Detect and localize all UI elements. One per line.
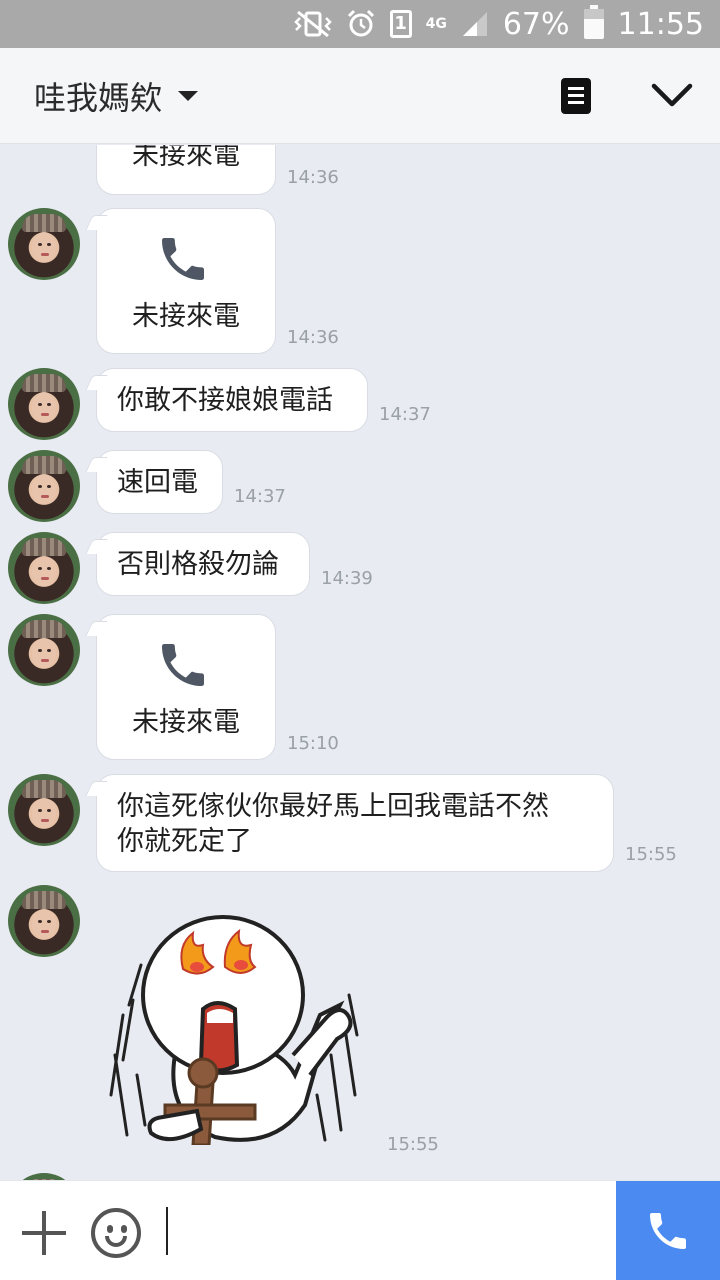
message-time: 15:10 — [287, 733, 339, 754]
message-text: 否則格殺勿論 — [117, 549, 279, 580]
avatar[interactable] — [8, 1173, 80, 1180]
message-text: 速回電 — [117, 467, 198, 498]
message-text: 未接來電 — [132, 145, 240, 171]
message-text: 你敢不接娘娘電話 — [117, 385, 333, 416]
battery-percent: 67% — [502, 6, 570, 42]
chat-messages[interactable]: 未接來電 14:36 未接來電 14:36 你敢不接娘娘電話 14:37 速回電… — [0, 145, 720, 1180]
message-time: 14:37 — [234, 486, 286, 507]
avatar[interactable] — [8, 774, 80, 846]
chat-header: 哇我媽欸 — [0, 48, 720, 144]
avatar[interactable] — [8, 885, 80, 957]
text-message-bubble[interactable]: 你這死傢伙你最好馬上回我電話不然 你就死定了 — [96, 774, 614, 872]
message-line: 你這死傢伙你最好馬上回我電話不然 — [117, 791, 549, 822]
missed-call-bubble[interactable]: 未接來電 — [96, 208, 276, 354]
text-cursor — [166, 1207, 168, 1255]
alarm-icon — [346, 9, 376, 39]
message-text: 未接來電 — [132, 301, 240, 332]
network-type-icon: 4G — [425, 16, 447, 32]
phone-icon — [162, 644, 204, 686]
message-time: 14:36 — [287, 167, 339, 188]
vibrate-off-icon — [293, 10, 332, 38]
dropdown-caret-icon[interactable] — [178, 90, 199, 101]
text-message-bubble[interactable]: 否則格殺勿論 — [96, 532, 310, 596]
notes-icon[interactable] — [561, 78, 591, 114]
message-input[interactable] — [166, 1205, 606, 1257]
missed-call-bubble[interactable]: 未接來電 — [96, 614, 276, 760]
missed-call-bubble[interactable]: 未接來電 — [96, 145, 276, 195]
chevron-down-icon[interactable] — [648, 78, 696, 114]
avatar[interactable] — [8, 614, 80, 686]
avatar[interactable] — [8, 208, 80, 280]
message-input-bar — [0, 1180, 720, 1280]
call-button[interactable] — [616, 1181, 720, 1280]
message-time: 14:39 — [321, 568, 373, 589]
phone-icon — [650, 1213, 686, 1249]
message-time: 14:36 — [287, 327, 339, 348]
message-text: 未接來電 — [132, 707, 240, 738]
battery-icon — [583, 5, 604, 39]
angry-voodoo-sticker[interactable] — [105, 905, 365, 1145]
message-time: 14:37 — [379, 404, 431, 425]
chat-title[interactable]: 哇我媽欸 — [34, 73, 162, 119]
sim-icon: 1 — [389, 10, 412, 38]
phone-icon — [162, 238, 204, 280]
clock: 11:55 — [617, 6, 704, 42]
avatar[interactable] — [8, 532, 80, 604]
avatar[interactable] — [8, 450, 80, 522]
signal-icon — [461, 10, 489, 38]
message-time: 15:55 — [387, 1134, 439, 1155]
text-message-bubble[interactable]: 你敢不接娘娘電話 — [96, 368, 368, 432]
message-line: 你就死定了 — [117, 826, 252, 857]
status-bar: 1 4G 67% 11:55 — [0, 0, 720, 48]
avatar[interactable] — [8, 368, 80, 440]
plus-icon[interactable] — [22, 1211, 66, 1255]
emoji-icon[interactable] — [91, 1208, 141, 1258]
text-message-bubble[interactable]: 速回電 — [96, 450, 223, 514]
message-time: 15:55 — [625, 844, 677, 865]
